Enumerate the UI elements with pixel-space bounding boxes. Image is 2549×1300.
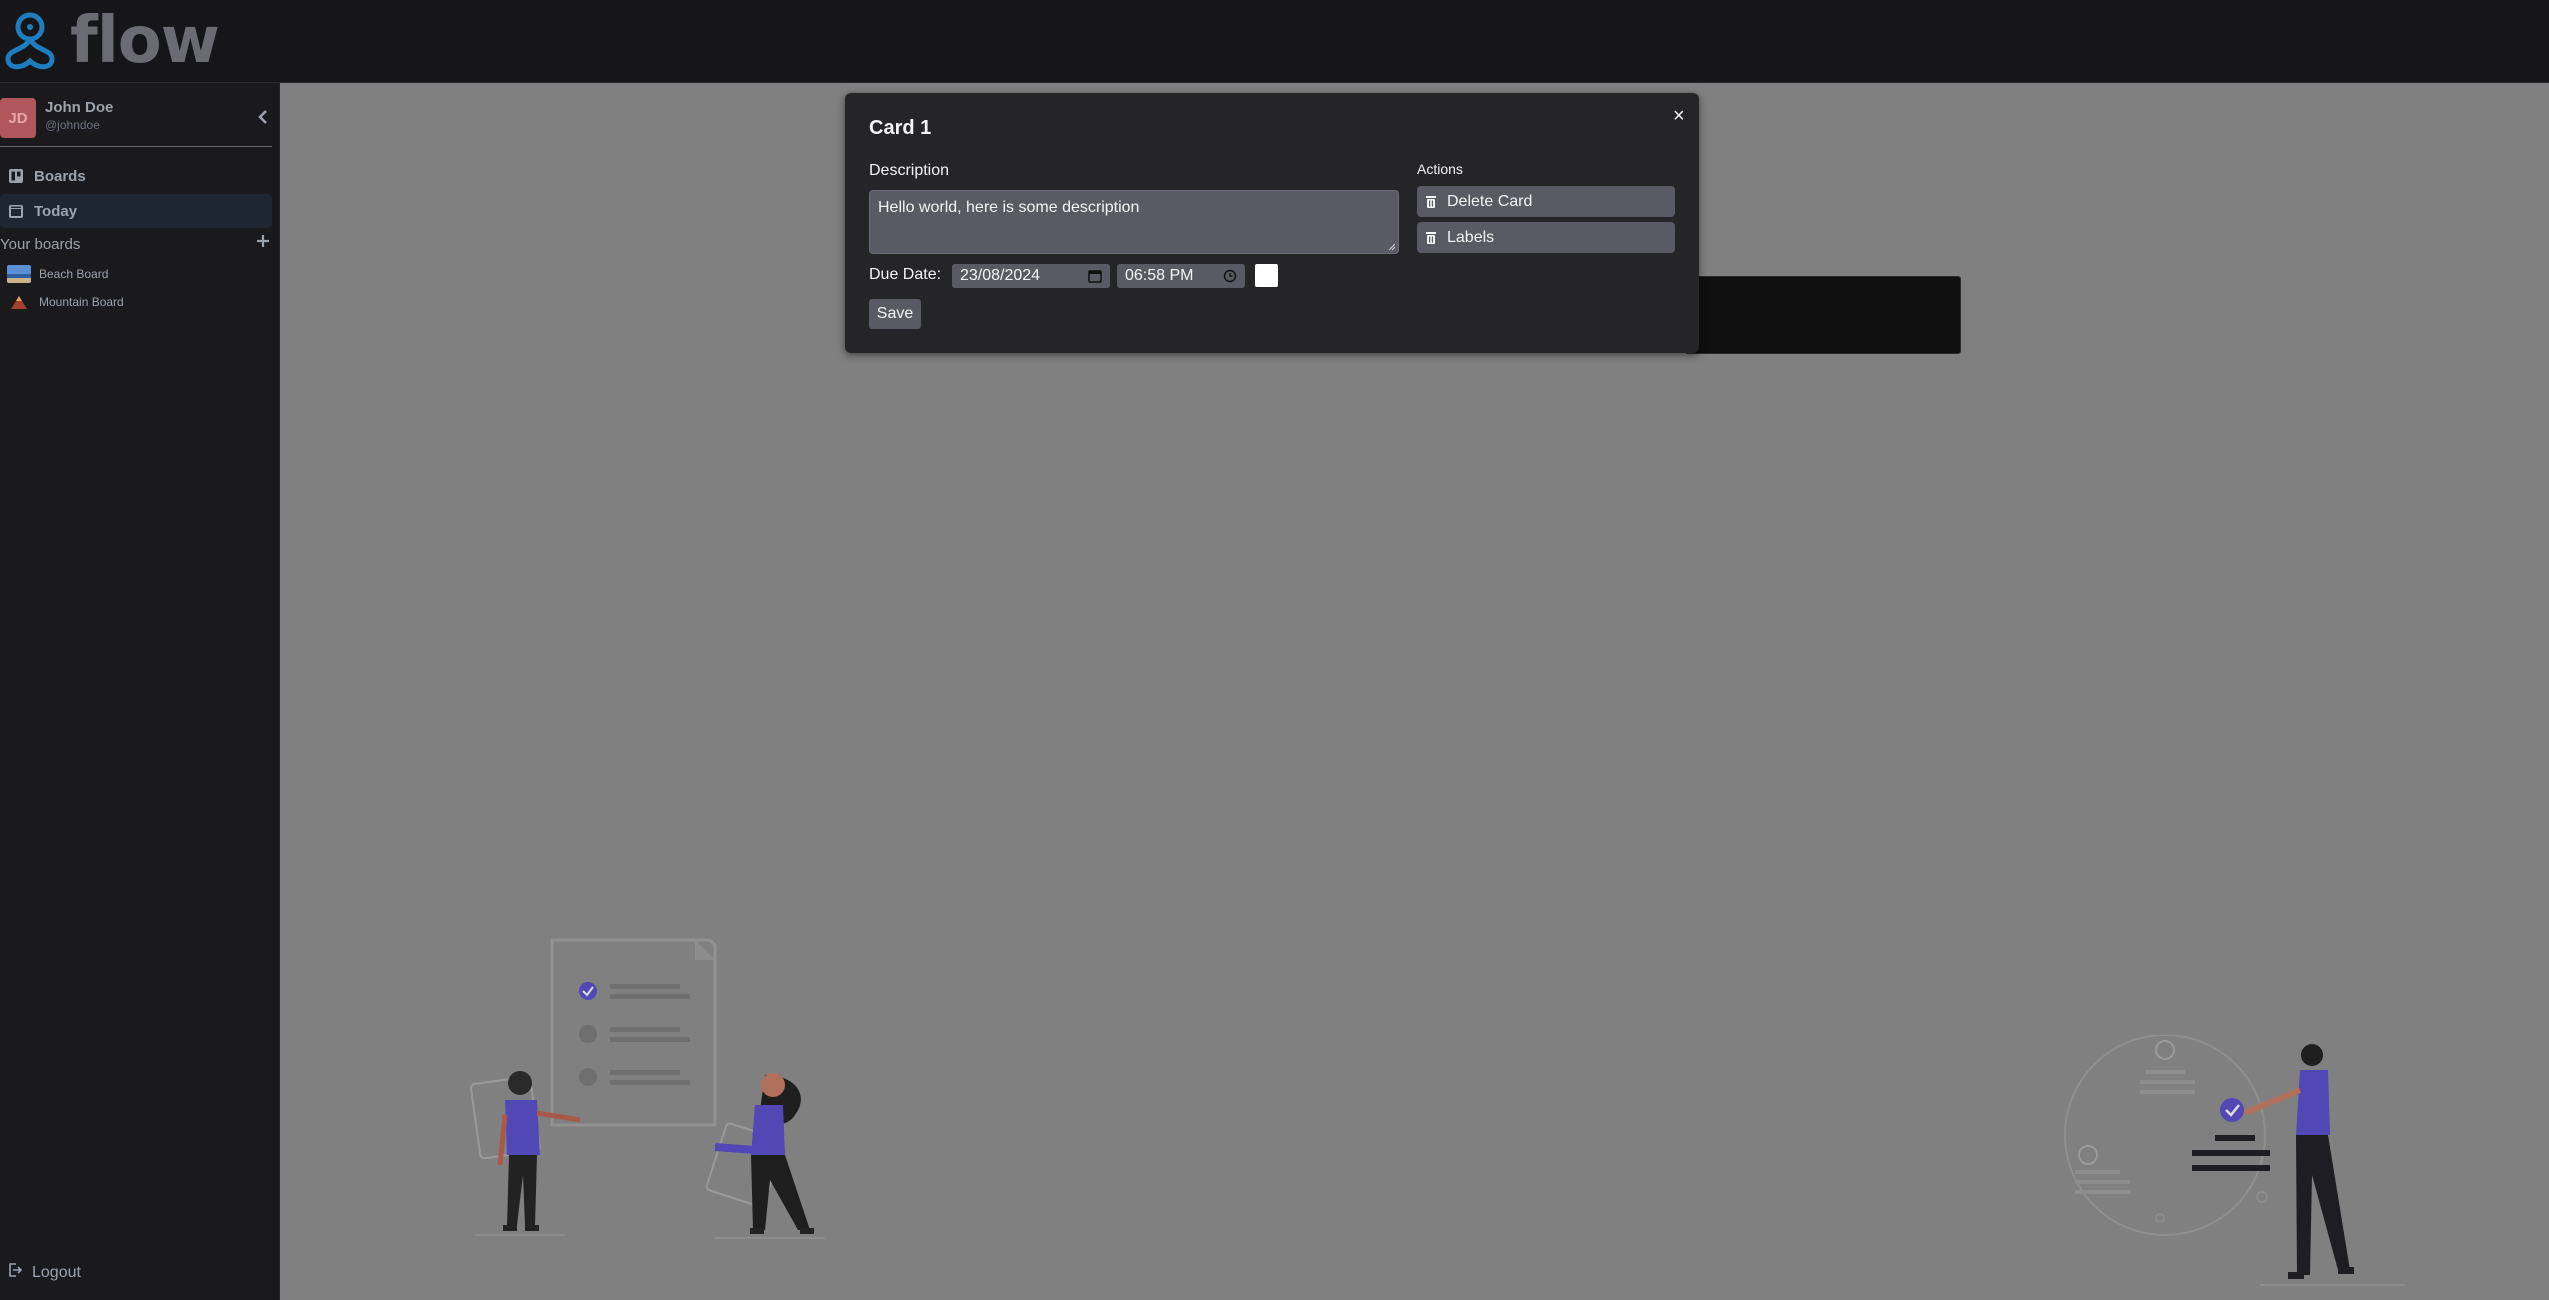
sidebar-item-label: Today: [34, 202, 78, 220]
due-date-label: Due Date:: [869, 266, 942, 283]
user-profile[interactable]: JD John Doe @johndoe: [0, 98, 272, 146]
due-time-value: 06:58 PM: [1125, 267, 1194, 284]
sidebar: JD John Doe @johndoe Boards Today Your b…: [0, 83, 280, 1300]
plus-icon: [257, 235, 269, 247]
user-name: John Doe: [45, 99, 114, 116]
boards-icon: [8, 168, 26, 184]
due-time-input[interactable]: 06:58 PM: [1117, 264, 1245, 288]
board-link-label: Beach Board: [39, 267, 109, 281]
sidebar-board-beach[interactable]: Beach Board: [0, 263, 108, 285]
actions-label: Actions: [1417, 161, 1463, 177]
sidebar-divider: [0, 146, 272, 147]
description-value: Hello world, here is some description: [878, 199, 1140, 216]
action-label: Labels: [1447, 228, 1495, 246]
description-label: Description: [869, 162, 950, 179]
modal-title: Card 1: [869, 117, 932, 139]
trash-icon: [1425, 195, 1437, 209]
sidebar-item-boards[interactable]: Boards: [0, 159, 272, 193]
app-logo[interactable]: flow: [2, 4, 220, 78]
due-date-value: 23/08/2024: [960, 267, 1041, 284]
your-boards-heading: Your boards: [0, 236, 81, 253]
calendar-icon: [8, 203, 26, 219]
calendar-icon[interactable]: [1088, 269, 1102, 283]
save-button[interactable]: Save: [869, 299, 921, 329]
checklist-illustration: [469, 938, 825, 1239]
avatar: JD: [0, 98, 36, 138]
action-label: Delete Card: [1447, 192, 1533, 210]
delete-card-button[interactable]: Delete Card: [1417, 186, 1675, 217]
user-handle: @johndoe: [45, 118, 100, 132]
sidebar-item-today[interactable]: Today: [0, 194, 272, 228]
mountain-board-thumbnail: [7, 293, 31, 311]
board-link-label: Mountain Board: [39, 295, 124, 309]
logout-button[interactable]: Logout: [8, 1263, 81, 1282]
description-textarea[interactable]: Hello world, here is some description: [869, 190, 1399, 254]
task-complete-illustration: [2064, 1035, 2405, 1286]
trash-icon: [1425, 231, 1437, 245]
add-board-button[interactable]: [256, 231, 270, 254]
sidebar-board-mountain[interactable]: Mountain Board: [0, 291, 124, 313]
due-color-picker[interactable]: [1255, 264, 1278, 287]
card-modal: Card 1 × Description Hello world, here i…: [845, 93, 1699, 353]
due-date-input[interactable]: 23/08/2024: [952, 264, 1110, 288]
sidebar-item-label: Boards: [34, 167, 86, 185]
logout-icon: [8, 1263, 23, 1282]
chevron-left-icon[interactable]: [256, 108, 270, 126]
app-name: flow: [70, 4, 220, 78]
board-card-behind: [1685, 276, 1961, 354]
flow-logo-icon: [5, 12, 55, 70]
resize-handle-icon[interactable]: [1388, 243, 1396, 251]
clock-icon[interactable]: [1223, 269, 1237, 283]
labels-button[interactable]: Labels: [1417, 222, 1675, 253]
top-bar: flow: [0, 0, 2549, 83]
close-icon[interactable]: ×: [1673, 106, 1685, 126]
beach-board-thumbnail: [7, 265, 31, 283]
logout-label: Logout: [32, 1263, 81, 1281]
